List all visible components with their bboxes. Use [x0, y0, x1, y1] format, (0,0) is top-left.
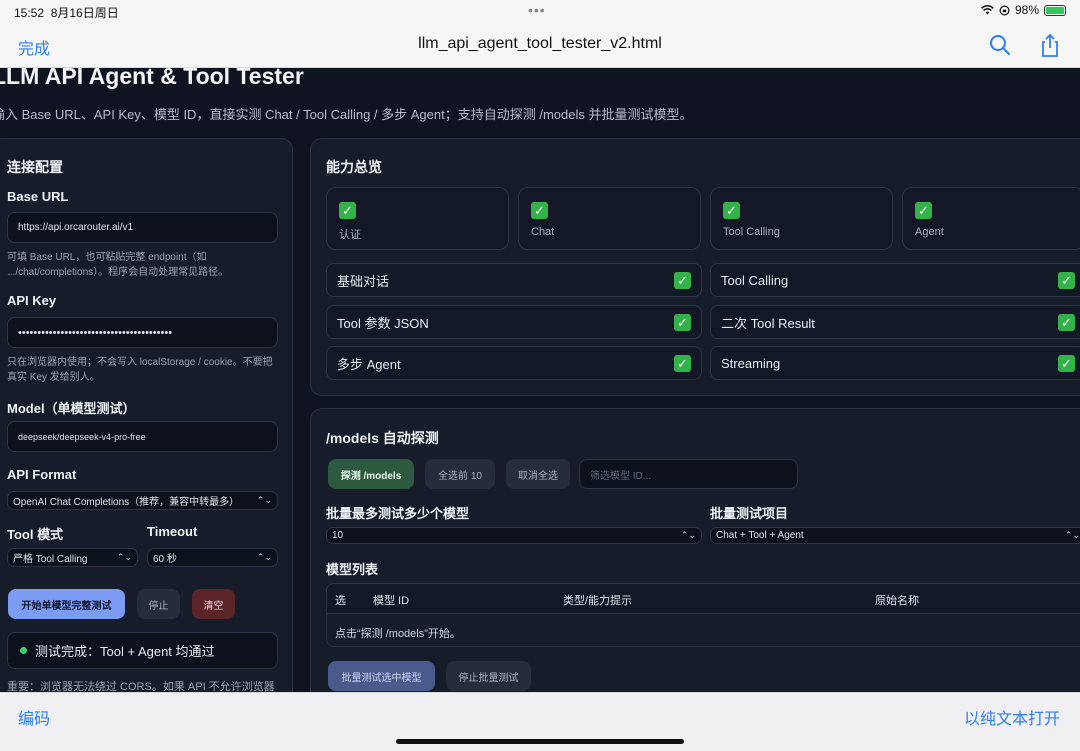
check-icon: ✓	[531, 202, 548, 219]
check-icon: ✓	[1058, 271, 1075, 289]
cors-note: 重要：浏览器无法绕过 CORS。如果 API 不允许浏览器	[7, 681, 275, 692]
capability-card-auth: ✓ 认证	[326, 187, 509, 250]
batch-test-button[interactable]: 批量测试选中模型	[328, 661, 435, 691]
column-type-hint: 类型/能力提示	[563, 595, 633, 607]
column-model-id: 模型 ID	[373, 595, 410, 607]
start-test-button[interactable]: 开始单模型完整测试	[8, 589, 125, 619]
api-key-label: API Key	[7, 293, 57, 308]
battery-fill	[1046, 6, 1064, 14]
chevron-updown-icon: ⌃⌄	[256, 495, 272, 505]
batch-max-label: 批量最多测试多少个模型	[326, 506, 470, 521]
base-url-label: Base URL	[7, 189, 69, 204]
capability-heading: 能力总览	[326, 159, 382, 175]
test-status-box: 测试完成：Tool + Agent 均通过	[7, 632, 278, 669]
status-text: 测试完成：Tool + Agent 均通过	[35, 644, 215, 659]
batch-items-select[interactable]: Chat + Tool + Agent ⌃⌄	[710, 527, 1080, 544]
check-icon: ✓	[1058, 354, 1075, 372]
models-heading: /models 自动探测	[326, 430, 439, 446]
batch-items-label: 批量测试项目	[710, 506, 789, 521]
capability-row-streaming: Streaming ✓	[710, 346, 1080, 380]
model-filter-input[interactable]: 筛选模型 ID...	[579, 459, 798, 489]
models-panel: /models 自动探测 探测 /models 全选前 10 取消全选 筛选模型…	[310, 408, 1080, 692]
status-time: 15:52 8月16日周日	[14, 6, 119, 20]
model-list-label: 模型列表	[326, 562, 379, 577]
timeout-label: Timeout	[147, 524, 198, 539]
open-plain-text-button[interactable]: 以纯文本打开	[964, 705, 1060, 729]
file-title: llm_api_agent_tool_tester_v2.html	[418, 35, 662, 52]
wifi-icon	[981, 5, 994, 15]
battery-percent: 98%	[1014, 3, 1039, 17]
nav-bar: 完成 llm_api_agent_tool_tester_v2.html	[0, 22, 1080, 68]
check-icon: ✓	[1058, 313, 1075, 331]
batch-max-select[interactable]: 10 ⌃⌄	[326, 527, 702, 544]
base-url-hint: 可填 Base URL，也可粘贴完整 endpoint（如 .../chat/c…	[7, 252, 229, 278]
capability-row-tool-result: 二次 Tool Result ✓	[710, 305, 1080, 339]
multitasking-dots-icon[interactable]: •••	[528, 2, 546, 18]
stop-batch-button[interactable]: 停止批量测试	[446, 661, 531, 691]
model-table-header: 选 模型 ID 类型/能力提示 原始名称	[327, 584, 1080, 614]
web-content[interactable]: LLM API Agent & Tool Tester 输入 Base URL、…	[0, 68, 1080, 692]
api-format-select[interactable]: OpenAI Chat Completions（推荐，兼容中转最多） ⌃⌄	[7, 491, 278, 510]
check-icon: ✓	[674, 313, 691, 331]
base-url-input[interactable]: https://api.orcarouter.ai/v1	[7, 212, 278, 243]
select-top10-button[interactable]: 全选前 10	[425, 459, 495, 489]
column-raw-name: 原始名称	[875, 595, 919, 607]
api-format-label: API Format	[7, 467, 77, 482]
deselect-all-button[interactable]: 取消全选	[506, 459, 570, 489]
page-description: 输入 Base URL、API Key、模型 ID，直接实测 Chat / To…	[0, 107, 693, 122]
model-table: 选 模型 ID 类型/能力提示 原始名称 点击“探测 /models”开始。	[326, 583, 1080, 647]
chevron-updown-icon: ⌃⌄	[256, 552, 272, 562]
api-key-input[interactable]: ••••••••••••••••••••••••••••••••••••••••	[7, 317, 278, 348]
check-icon: ✓	[723, 202, 740, 219]
tool-mode-select[interactable]: 严格 Tool Calling ⌃⌄	[7, 548, 138, 567]
status-dot-icon	[20, 647, 27, 654]
check-icon: ✓	[915, 202, 932, 219]
capability-row-basic-chat: 基础对话 ✓	[326, 263, 702, 297]
clear-button[interactable]: 清空	[192, 589, 235, 619]
battery-icon	[1044, 4, 1066, 16]
page-title: LLM API Agent & Tool Tester	[0, 68, 304, 89]
share-icon[interactable]	[1037, 32, 1063, 58]
model-input[interactable]: deepseek/deepseek-v4-pro-free	[7, 421, 278, 452]
api-key-hint: 只在浏览器内使用；不会写入 localStorage / cookie。不要把真…	[7, 357, 273, 383]
capability-row-tool-json: Tool 参数 JSON ✓	[326, 305, 702, 339]
model-label: Model（单模型测试）	[7, 401, 136, 416]
table-empty-message: 点击“探测 /models”开始。	[335, 628, 461, 640]
capability-card-tool-calling: ✓ Tool Calling	[710, 187, 893, 250]
connection-config-panel: 连接配置 Base URL https://api.orcarouter.ai/…	[0, 138, 293, 692]
encoding-button[interactable]: 编码	[18, 705, 50, 729]
stop-button[interactable]: 停止	[137, 589, 180, 619]
capability-card-chat: ✓ Chat	[518, 187, 701, 250]
detect-models-button[interactable]: 探测 /models	[328, 459, 414, 489]
capability-card-agent: ✓ Agent	[902, 187, 1080, 250]
column-select: 选	[335, 595, 346, 607]
search-icon[interactable]	[987, 32, 1013, 58]
capability-row-tool-calling: Tool Calling ✓	[710, 263, 1080, 297]
config-heading: 连接配置	[7, 159, 63, 175]
home-indicator[interactable]	[396, 739, 684, 744]
capability-overview-panel: 能力总览 ✓ 认证 ✓ Chat ✓ Tool Calling ✓ Agent 基础对话…	[310, 138, 1080, 396]
check-icon: ✓	[674, 354, 691, 372]
tool-mode-label: Tool 模式	[7, 527, 64, 542]
chevron-updown-icon: ⌃⌄	[116, 552, 132, 562]
check-icon: ✓	[674, 271, 691, 289]
chevron-updown-icon: ⌃⌄	[1064, 530, 1080, 540]
capability-row-multistep-agent: 多步 Agent ✓	[326, 346, 702, 380]
timeout-select[interactable]: 60 秒 ⌃⌄	[147, 548, 278, 567]
chevron-updown-icon: ⌃⌄	[680, 530, 696, 540]
status-indicators: 98%	[981, 3, 1066, 17]
check-icon: ✓	[339, 202, 356, 219]
orientation-lock-icon	[999, 4, 1010, 16]
status-bar: 15:52 8月16日周日 ••• 98%	[0, 0, 1080, 22]
